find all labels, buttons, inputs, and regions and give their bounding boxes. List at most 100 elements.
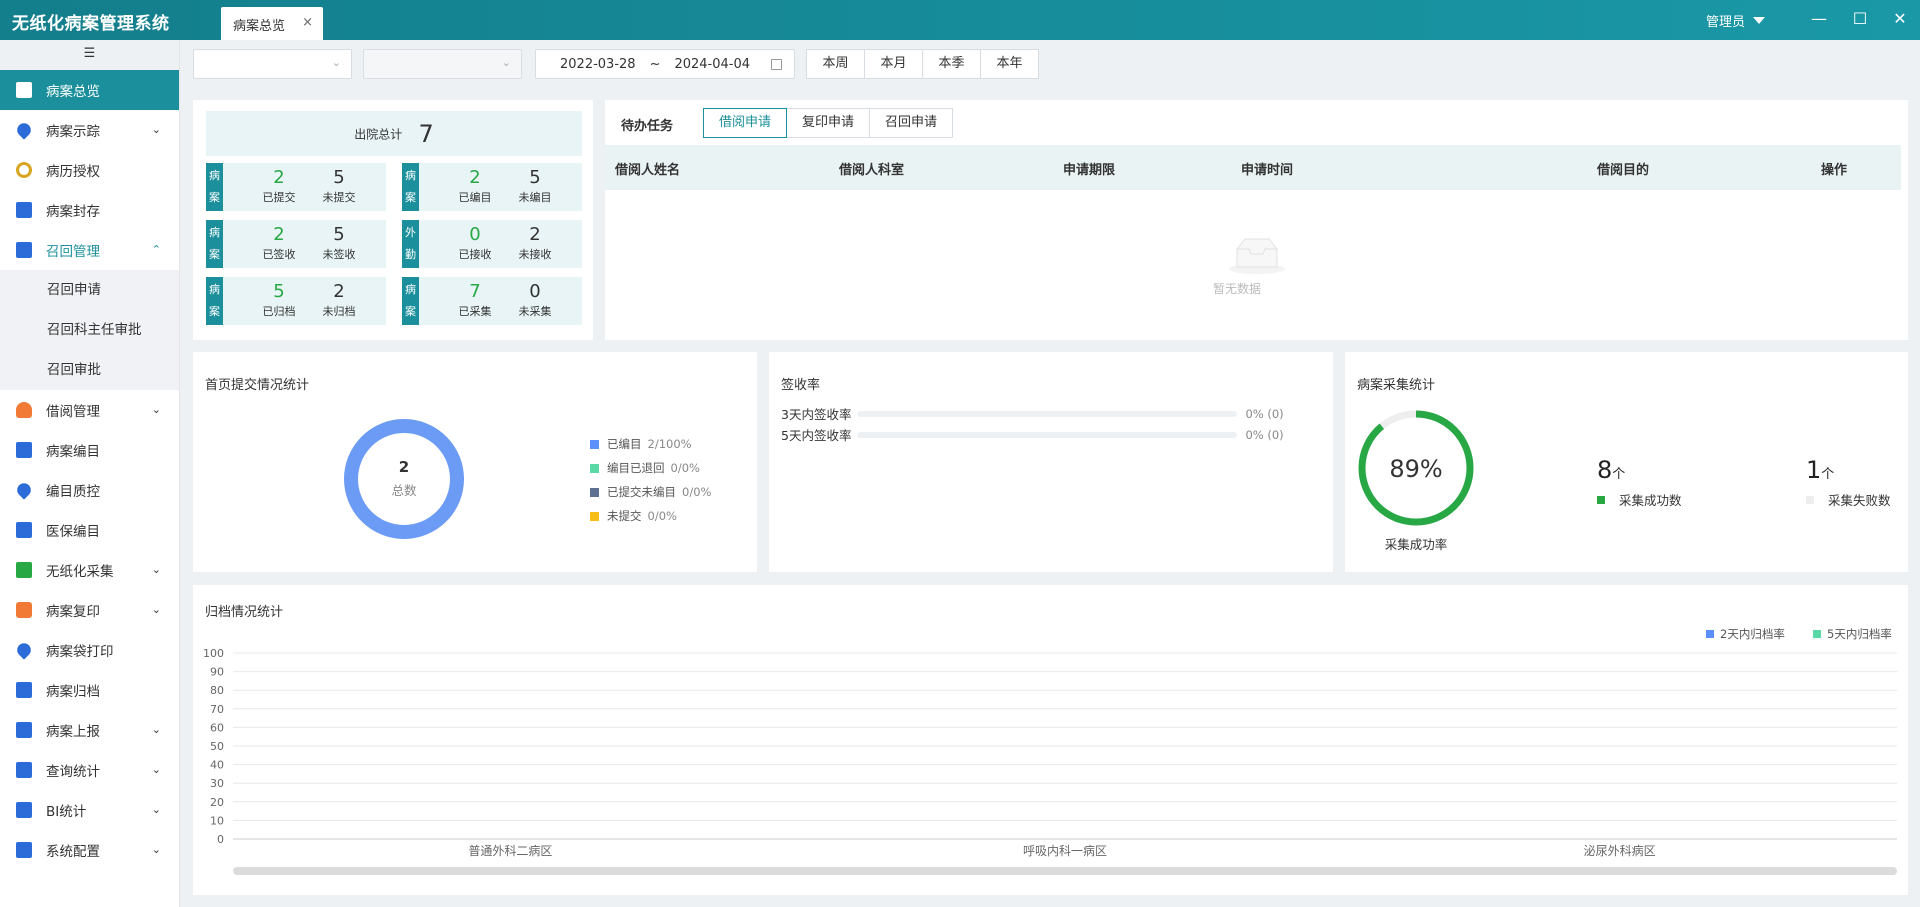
y-tick-label: 50 xyxy=(210,740,224,753)
y-tick-label: 40 xyxy=(210,759,224,772)
legend-swatch xyxy=(590,463,599,473)
stat-pending: 2 未归档 xyxy=(322,281,356,318)
sidebar-item-12[interactable]: 病案归档 xyxy=(0,670,179,710)
sidebar-item-label: 病案示踪 xyxy=(46,124,100,140)
y-tick-label: 100 xyxy=(203,647,224,660)
maximize-icon[interactable]: ☐ xyxy=(1850,10,1870,30)
filter-select-1[interactable]: ⌄ xyxy=(193,49,352,79)
sidebar-item-11[interactable]: 病案袋打印 xyxy=(0,630,179,670)
list-icon xyxy=(16,722,32,738)
sidebar-item-label: BI统计 xyxy=(46,804,87,820)
col-borrow-purpose: 借阅目的 xyxy=(1597,163,1650,178)
tab-recall-request[interactable]: 召回申请 xyxy=(869,108,954,138)
tab-close-icon[interactable]: × xyxy=(302,15,313,30)
summary-stat-card: 外勤 0 已接收 2 未接收 xyxy=(402,220,582,268)
filter-select-2[interactable]: ⌄ xyxy=(363,49,522,79)
sidebar-item-label: 病案复印 xyxy=(46,604,100,620)
stat-done: 2 已编目 xyxy=(458,167,492,204)
sidebar-item-2[interactable]: 病历授权 xyxy=(0,150,179,190)
date-range-picker[interactable]: 2022-03-28 ~ 2024-04-04 xyxy=(535,49,795,79)
sidebar-item-5[interactable]: 借阅管理 ⌄ xyxy=(0,390,179,430)
home-submit-donut xyxy=(344,419,464,539)
period-week-button[interactable]: 本周 xyxy=(806,49,865,79)
period-button-group: 本周 本月 本季 本年 xyxy=(806,49,1039,79)
summary-stat-card: 病案 2 已提交 5 未提交 xyxy=(206,163,386,211)
sidebar-collapse-icon[interactable]: ☰ xyxy=(0,40,179,70)
sidebar-item-3[interactable]: 病案封存 xyxy=(0,190,179,230)
todo-table-header: 借阅人姓名 借阅人科室 申请期限 申请时间 借阅目的 操作 xyxy=(605,145,1901,190)
sidebar-item-14[interactable]: 查询统计 ⌄ xyxy=(0,750,179,790)
list-icon xyxy=(16,242,32,258)
period-month-button[interactable]: 本月 xyxy=(864,49,923,79)
user-name: 管理员 xyxy=(1706,15,1746,30)
sidebar-item-6[interactable]: 病案编目 xyxy=(0,430,179,470)
sidebar-item-label: 借阅管理 xyxy=(46,404,100,420)
home-submit-legend-item: 已编目 2/100% xyxy=(590,436,692,452)
period-year-button[interactable]: 本年 xyxy=(980,49,1039,79)
settings-icon xyxy=(16,842,32,858)
stat-tag: 病案 xyxy=(402,163,419,211)
sidebar-item-label: 无纸化采集 xyxy=(46,564,114,580)
chevron-down-icon: ⌄ xyxy=(331,56,341,69)
chevron-down-icon: ⌄ xyxy=(151,563,161,576)
sidebar-item-10[interactable]: 病案复印 ⌄ xyxy=(0,590,179,630)
sidebar-item-16[interactable]: 系统配置 ⌄ xyxy=(0,830,179,870)
stat-done: 2 已提交 xyxy=(262,167,296,204)
y-tick-label: 10 xyxy=(210,814,224,827)
submenu-item-2[interactable]: 召回审批 xyxy=(0,350,179,390)
minimize-icon[interactable]: — xyxy=(1809,10,1829,30)
legend-swatch xyxy=(1597,495,1605,504)
stat-tag: 病案 xyxy=(402,277,419,325)
x-tick-label: 泌尿外科病区 xyxy=(1584,843,1656,858)
sidebar-item-label: 病案总览 xyxy=(46,84,100,100)
stat-pending: 2 未接收 xyxy=(518,224,552,261)
sidebar-item-label: 病历授权 xyxy=(46,164,100,180)
stat-pending: 5 未编目 xyxy=(518,167,552,204)
submenu-item-0[interactable]: 召回申请 xyxy=(0,270,179,310)
todo-tabs: 借阅申请 复印申请 召回申请 xyxy=(703,108,954,138)
stat-tag: 外勤 xyxy=(402,220,419,268)
date-start: 2022-03-28 xyxy=(560,56,636,72)
empty-inbox-icon xyxy=(1229,238,1285,274)
sidebar-item-1[interactable]: 病案示踪 ⌄ xyxy=(0,110,179,150)
chevron-up-icon: ⌃ xyxy=(151,243,161,256)
sidebar-item-4[interactable]: 召回管理 ⌃ xyxy=(0,230,179,270)
y-tick-label: 80 xyxy=(210,684,224,697)
sidebar-item-label: 编目质控 xyxy=(46,484,100,500)
home-submit-total-label: 总数 xyxy=(391,483,417,498)
home-submit-legend-item: 已提交未编目 0/0% xyxy=(590,484,711,500)
col-actions: 操作 xyxy=(1821,163,1848,178)
tab-copy-request[interactable]: 复印申请 xyxy=(786,108,871,138)
chevron-down-icon: ⌄ xyxy=(151,603,161,616)
tab-overview[interactable]: 病案总览 × xyxy=(221,7,323,40)
sidebar-item-13[interactable]: 病案上报 ⌄ xyxy=(0,710,179,750)
y-tick-label: 70 xyxy=(210,703,224,716)
legend-swatch xyxy=(1806,495,1814,504)
y-tick-label: 90 xyxy=(210,666,224,679)
location-icon xyxy=(14,120,34,140)
x-tick-label: 呼吸内科一病区 xyxy=(1023,843,1107,858)
user-menu[interactable]: 管理员 xyxy=(1706,11,1766,30)
sidebar-item-15[interactable]: BI统计 ⌄ xyxy=(0,790,179,830)
chevron-down-icon: ⌄ xyxy=(151,843,161,856)
close-icon[interactable]: ✕ xyxy=(1890,10,1910,30)
sidebar-item-8[interactable]: 医保编目 xyxy=(0,510,179,550)
home-submit-card: 首页提交情况统计 2 总数 已编目 2/100% 编目已退回 0/0% 已提交未编目 0/… xyxy=(193,352,757,572)
chart-scrollbar[interactable] xyxy=(233,867,1897,875)
legend-swatch xyxy=(590,487,599,497)
col-borrower-dept: 借阅人科室 xyxy=(839,163,905,178)
tab-borrow-request[interactable]: 借阅申请 xyxy=(703,108,788,138)
legend-swatch xyxy=(590,439,599,449)
hand-icon xyxy=(16,402,32,418)
period-quarter-button[interactable]: 本季 xyxy=(922,49,981,79)
submenu-item-1[interactable]: 召回科主任审批 xyxy=(0,310,179,350)
sidebar-item-7[interactable]: 编目质控 xyxy=(0,470,179,510)
sidebar-item-label: 系统配置 xyxy=(46,844,100,860)
sidebar-item-9[interactable]: 无纸化采集 ⌄ xyxy=(0,550,179,590)
sidebar-item-label: 病案袋打印 xyxy=(46,644,114,660)
location-icon xyxy=(14,480,34,500)
home-submit-legend-item: 未提交 0/0% xyxy=(590,508,677,524)
rate-value: 0% (0) xyxy=(1245,427,1284,442)
caret-down-icon xyxy=(1753,17,1766,24)
sidebar-item-0[interactable]: 病案总览 xyxy=(0,70,179,110)
